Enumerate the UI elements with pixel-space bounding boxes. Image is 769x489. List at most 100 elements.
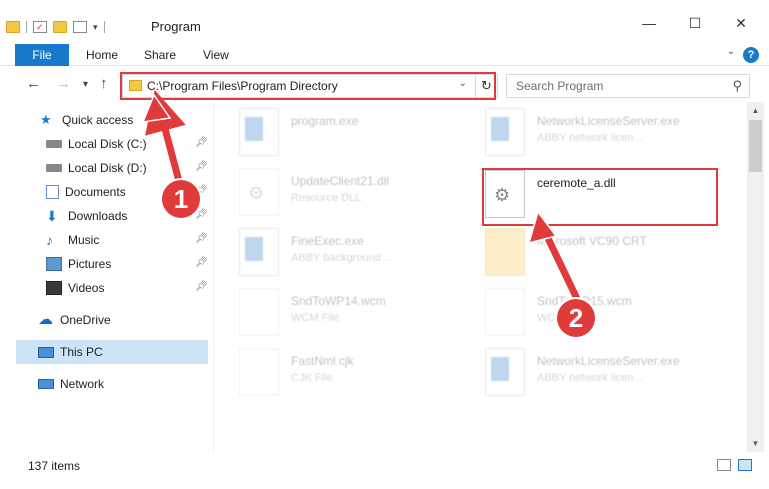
pin-icon[interactable]: 📌︎ (195, 209, 208, 220)
wcm-file-icon (239, 288, 279, 336)
file-name: FineExec.exe (291, 234, 364, 248)
sidebar-item-label: Downloads (68, 209, 128, 223)
exe-file-icon (239, 228, 279, 276)
file-item[interactable]: Microsoft VC90 CRT (485, 228, 735, 278)
tab-share[interactable]: Share (144, 44, 176, 66)
file-item[interactable]: FastNml.cjk CJK File (239, 348, 489, 398)
sidebar-item-label: This PC (60, 345, 103, 359)
sidebar-item-this-pc[interactable]: This PC (16, 340, 208, 364)
sidebar-item-label: OneDrive (60, 313, 111, 327)
cjk-file-icon (239, 348, 279, 396)
step-1-badge: 1 (162, 180, 200, 218)
pin-icon[interactable]: 📌︎ (195, 281, 208, 292)
expand-ribbon-chevron-icon[interactable]: ⌄ (727, 46, 735, 57)
scroll-up-arrow-icon[interactable]: ▲ (747, 102, 764, 119)
scroll-down-arrow-icon[interactable]: ▼ (747, 435, 764, 452)
file-item[interactable]: NetworkLicenseServer.exe ABBY network li… (485, 108, 735, 158)
file-type: WCM File (291, 312, 340, 324)
sidebar-item-local-disk-d[interactable]: Local Disk (D:) 📌︎ (0, 156, 210, 180)
window-title: Program (151, 19, 201, 34)
music-icon: ♪ (46, 232, 53, 248)
file-list: program.exe NetworkLicenseServer.exe ABB… (215, 102, 747, 452)
sidebar-item-label: Documents (65, 185, 126, 199)
address-highlight-box (120, 72, 496, 100)
folder-icon (6, 21, 20, 33)
navigation-bar: ← → ▾ ↑ C:\Program Files\Program Directo… (0, 66, 769, 102)
file-name: program.exe (291, 114, 359, 128)
computer-icon (38, 346, 54, 358)
download-icon: ⬇ (46, 208, 58, 224)
file-name: UpdateClient21.dll (291, 174, 390, 188)
close-button[interactable]: ✕ (718, 8, 764, 38)
file-tab[interactable]: File (15, 44, 69, 66)
sidebar-item-label: Videos (68, 281, 105, 295)
file-name: Microsoft VC90 CRT (537, 234, 647, 248)
file-item[interactable]: SndToWP14.wcm WCM File (239, 288, 489, 338)
separator (103, 21, 105, 33)
file-item[interactable]: FineExec.exe ABBY background ... (239, 228, 489, 278)
step-2-badge: 2 (557, 299, 595, 337)
sidebar-item-label: Pictures (68, 257, 112, 271)
customize-toolbar-chevron-icon[interactable]: ▾ (93, 22, 98, 33)
file-item[interactable]: program.exe (239, 108, 489, 158)
quick-access-toolbar: ✓ ▾ (6, 17, 105, 37)
pictures-icon (46, 257, 62, 271)
navigation-pane: ★ Quick access Local Disk (C:) 📌︎ Local … (0, 102, 215, 452)
dll-file-icon (239, 168, 279, 216)
item-count: 137 items (28, 459, 81, 473)
file-name: NetworkLicenseServer.exe (537, 354, 680, 368)
exe-file-icon (485, 348, 525, 396)
pane-divider (213, 102, 214, 452)
sidebar-item-onedrive[interactable]: ☁ OneDrive (0, 308, 210, 332)
tab-home[interactable]: Home (86, 44, 118, 66)
pin-icon[interactable]: 📌︎ (195, 161, 208, 172)
vertical-scrollbar[interactable]: ▲ ▼ (747, 102, 764, 452)
scrollbar-thumb[interactable] (749, 120, 762, 172)
sidebar-item-pictures[interactable]: Pictures 📌︎ (0, 252, 210, 276)
pin-icon[interactable]: 📌︎ (195, 233, 208, 244)
exe-file-icon (239, 108, 279, 156)
search-icon[interactable]: ⚲ (732, 78, 742, 94)
file-type: CJK File (291, 372, 333, 384)
search-placeholder[interactable]: Search Program (516, 79, 603, 93)
separator (26, 21, 27, 33)
back-button[interactable]: ← (26, 75, 41, 92)
file-type: ABBY background ... (291, 252, 393, 264)
sidebar-item-network[interactable]: Network (0, 372, 210, 396)
file-item[interactable]: SndToWP15.wcm WCM File (485, 288, 735, 338)
search-box[interactable]: Search Program ⚲ (506, 74, 750, 98)
large-icons-view-icon[interactable] (738, 459, 752, 471)
up-button[interactable]: ↑ (100, 75, 108, 92)
sidebar-item-videos[interactable]: Videos 📌︎ (0, 276, 210, 300)
file-highlight-box (482, 168, 718, 226)
exe-file-icon (485, 108, 525, 156)
file-type: ABBY network licen... (537, 372, 643, 384)
sidebar-item-music[interactable]: ♪ Music 📌︎ (0, 228, 210, 252)
cloud-icon: ☁ (38, 311, 53, 328)
recent-locations-button[interactable]: ▾ (83, 79, 88, 90)
ribbon-tabs: File Home Share View ⌄ ? (0, 44, 769, 66)
sidebar-item-label: Local Disk (D:) (68, 161, 147, 175)
file-item[interactable]: UpdateClient21.dll Resource DLL (239, 168, 489, 218)
status-bar: 137 items (0, 452, 769, 489)
help-icon[interactable]: ? (743, 47, 759, 63)
drive-icon (46, 164, 62, 172)
pin-icon[interactable]: 📌︎ (195, 257, 208, 268)
sidebar-item-local-disk-c[interactable]: Local Disk (C:) 📌︎ (0, 132, 210, 156)
forward-button[interactable]: → (56, 75, 71, 92)
sidebar-item-label: Network (60, 377, 105, 391)
details-view-icon[interactable] (717, 459, 731, 471)
maximize-button[interactable]: ☐ (672, 8, 718, 38)
file-item[interactable]: NetworkLicenseServer.exe ABBY network li… (485, 348, 735, 398)
tab-view[interactable]: View (203, 44, 229, 66)
file-name: NetworkLicenseServer.exe (537, 114, 680, 128)
minimize-button[interactable]: — (626, 8, 672, 38)
new-folder-icon[interactable] (53, 21, 67, 33)
customize-view-icon[interactable] (73, 21, 87, 33)
star-icon: ★ (40, 112, 52, 127)
wcm-file-icon (485, 288, 525, 336)
properties-icon[interactable]: ✓ (33, 21, 47, 33)
pin-icon[interactable]: 📌︎ (195, 137, 208, 148)
sidebar-item-label: Local Disk (C:) (68, 137, 147, 151)
sidebar-item-quick-access[interactable]: ★ Quick access (0, 108, 210, 132)
